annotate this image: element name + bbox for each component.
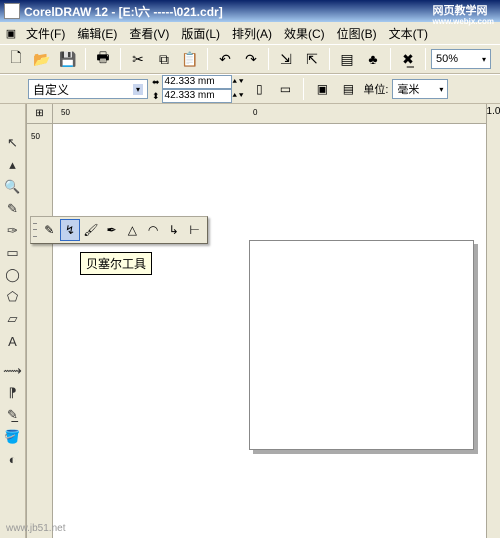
interactive-blend-tool[interactable]: ⟿ <box>1 360 25 382</box>
spinner-icon[interactable]: ⯅⯆ <box>232 91 245 101</box>
menu-arrange[interactable]: 排列(A) <box>226 23 278 44</box>
interactive-connector-tool-flyout[interactable]: ↳ <box>163 219 184 241</box>
toolbox: ↖ ▴ 🔍 ✎ ✑ ▭ ◯ ⬠ ▱ A ⟿ ⁋ ✎̲ 🪣 ◐ <box>0 104 26 538</box>
window-title: CorelDRAW 12 - [E:\六 -----\021.cdr] <box>24 3 223 20</box>
eyedropper-tool[interactable]: ⁋ <box>1 382 25 404</box>
polygon-tool[interactable]: ⬠ <box>1 286 25 308</box>
source-watermark: www.jb51.net <box>6 523 65 534</box>
horizontal-ruler[interactable]: 50 0 <box>53 104 500 124</box>
right-panel-edge: 1.0 <box>486 104 500 538</box>
new-button[interactable]: 🗋 <box>4 47 28 71</box>
basic-shapes-tool[interactable]: ▱ <box>1 308 25 330</box>
menu-edit[interactable]: 编辑(E) <box>71 23 123 44</box>
fill-tool[interactable]: 🪣 <box>1 426 25 448</box>
zoom-combo[interactable]: 50% ▾ <box>431 49 491 69</box>
menu-file[interactable]: 文件(F) <box>20 23 71 44</box>
tool-tooltip: 贝塞尔工具 <box>80 252 152 275</box>
flyout-grip[interactable] <box>33 220 37 240</box>
cut-button[interactable]: ✂ <box>126 47 150 71</box>
paste-button[interactable]: 📋 <box>178 47 202 71</box>
artistic-media-tool-flyout[interactable]: 🖌 <box>80 219 101 241</box>
spinner-icon[interactable]: ⯅⯆ <box>232 77 245 87</box>
bezier-tool-flyout[interactable]: ↯ <box>60 219 81 241</box>
drawing-area: ⊞ 50 0 50 0 1.0 <box>26 104 500 538</box>
vertical-ruler[interactable]: 50 0 <box>27 124 53 538</box>
app-icon: ◧ <box>4 3 20 19</box>
text-tool[interactable]: A <box>1 330 25 352</box>
3point-curve-tool-flyout[interactable]: ◠ <box>143 219 164 241</box>
drawing-page <box>249 240 474 450</box>
title-bar: ◧ CorelDRAW 12 - [E:\六 -----\021.cdr] 网页… <box>0 0 500 22</box>
menu-bitmap[interactable]: 位图(B) <box>331 23 383 44</box>
width-icon: ⬌ <box>152 77 160 88</box>
height-icon: ⬍ <box>152 91 160 102</box>
import-button[interactable]: ⇲ <box>274 47 298 71</box>
chevron-down-icon: ▾ <box>439 85 443 94</box>
workspace: ↖ ▴ 🔍 ✎ ✑ ▭ ◯ ⬠ ▱ A ⟿ ⁋ ✎̲ 🪣 ◐ ⊞ 50 0 50… <box>0 104 500 538</box>
undo-button[interactable]: ↶ <box>213 47 237 71</box>
publisher-watermark: 网页教学网 www.webjx.com <box>433 2 495 26</box>
freehand-tool-flyout[interactable]: ✎ <box>39 219 60 241</box>
standard-toolbar: 🗋 📂 💾 🖶 ✂ ⧉ 📋 ↶ ↷ ⇲ ⇱ ▤ ♣ ✖̲ 50% ▾ <box>0 44 500 74</box>
menu-text[interactable]: 文本(T) <box>383 23 434 44</box>
save-button[interactable]: 💾 <box>56 47 80 71</box>
page-height-input[interactable]: 42.333 mm <box>162 89 232 103</box>
canvas[interactable] <box>53 124 500 538</box>
portrait-button[interactable]: ▯ <box>248 78 270 100</box>
pen-tool-flyout[interactable]: ✒ <box>101 219 122 241</box>
menu-bar: ▣ 文件(F) 编辑(E) 查看(V) 版面(L) 排列(A) 效果(C) 位图… <box>0 22 500 44</box>
outline-tool[interactable]: ✎̲ <box>1 404 25 426</box>
page-width-input[interactable]: 42.333 mm <box>162 75 232 89</box>
zoom-tool[interactable]: 🔍 <box>1 176 25 198</box>
landscape-button[interactable]: ▭ <box>274 78 296 100</box>
dimension-tool-flyout[interactable]: ⊢ <box>184 219 205 241</box>
unit-combo[interactable]: 毫米 ▾ <box>392 79 448 99</box>
shape-tool[interactable]: ▴ <box>1 154 25 176</box>
pick-tool[interactable]: ↖ <box>1 132 25 154</box>
options-button[interactable]: ✖̲ <box>396 47 420 71</box>
freehand-tool[interactable]: ✎ <box>1 198 25 220</box>
menu-view[interactable]: 查看(V) <box>123 23 175 44</box>
interactive-fill-tool[interactable]: ◐ <box>1 448 25 470</box>
open-button[interactable]: 📂 <box>30 47 54 71</box>
rectangle-tool[interactable]: ▭ <box>1 242 25 264</box>
paper-size-combo[interactable]: 自定义 ▾ <box>28 79 148 99</box>
property-bar: 自定义 ▾ ⬌ 42.333 mm ⯅⯆ ⬍ 42.333 mm ⯅⯆ ▯ ▭ … <box>0 74 500 104</box>
menu-layout[interactable]: 版面(L) <box>175 23 226 44</box>
zoom-value: 50% <box>436 53 458 65</box>
ruler-origin[interactable]: ⊞ <box>27 104 53 124</box>
copy-button[interactable]: ⧉ <box>152 47 176 71</box>
chevron-down-icon: ▾ <box>482 55 486 64</box>
app-launcher-button[interactable]: ▤ <box>335 47 359 71</box>
system-menu-icon[interactable]: ▣ <box>2 24 20 42</box>
page-dimensions: ⬌ 42.333 mm ⯅⯆ ⬍ 42.333 mm ⯅⯆ <box>152 75 244 103</box>
menu-effects[interactable]: 效果(C) <box>278 23 331 44</box>
polyline-tool-flyout[interactable]: △ <box>122 219 143 241</box>
redo-button[interactable]: ↷ <box>239 47 263 71</box>
export-button[interactable]: ⇱ <box>300 47 324 71</box>
page-icon-button-2[interactable]: ▤ <box>337 78 359 100</box>
print-button[interactable]: 🖶 <box>91 47 115 71</box>
chevron-down-icon: ▾ <box>133 84 143 95</box>
page-icon-button-1[interactable]: ▣ <box>311 78 333 100</box>
smart-drawing-tool[interactable]: ✑ <box>1 220 25 242</box>
unit-label: 单位: <box>363 81 388 97</box>
corel-online-button[interactable]: ♣ <box>361 47 385 71</box>
ellipse-tool[interactable]: ◯ <box>1 264 25 286</box>
curve-flyout-toolbar: ✎ ↯ 🖌 ✒ △ ◠ ↳ ⊢ <box>30 216 208 244</box>
